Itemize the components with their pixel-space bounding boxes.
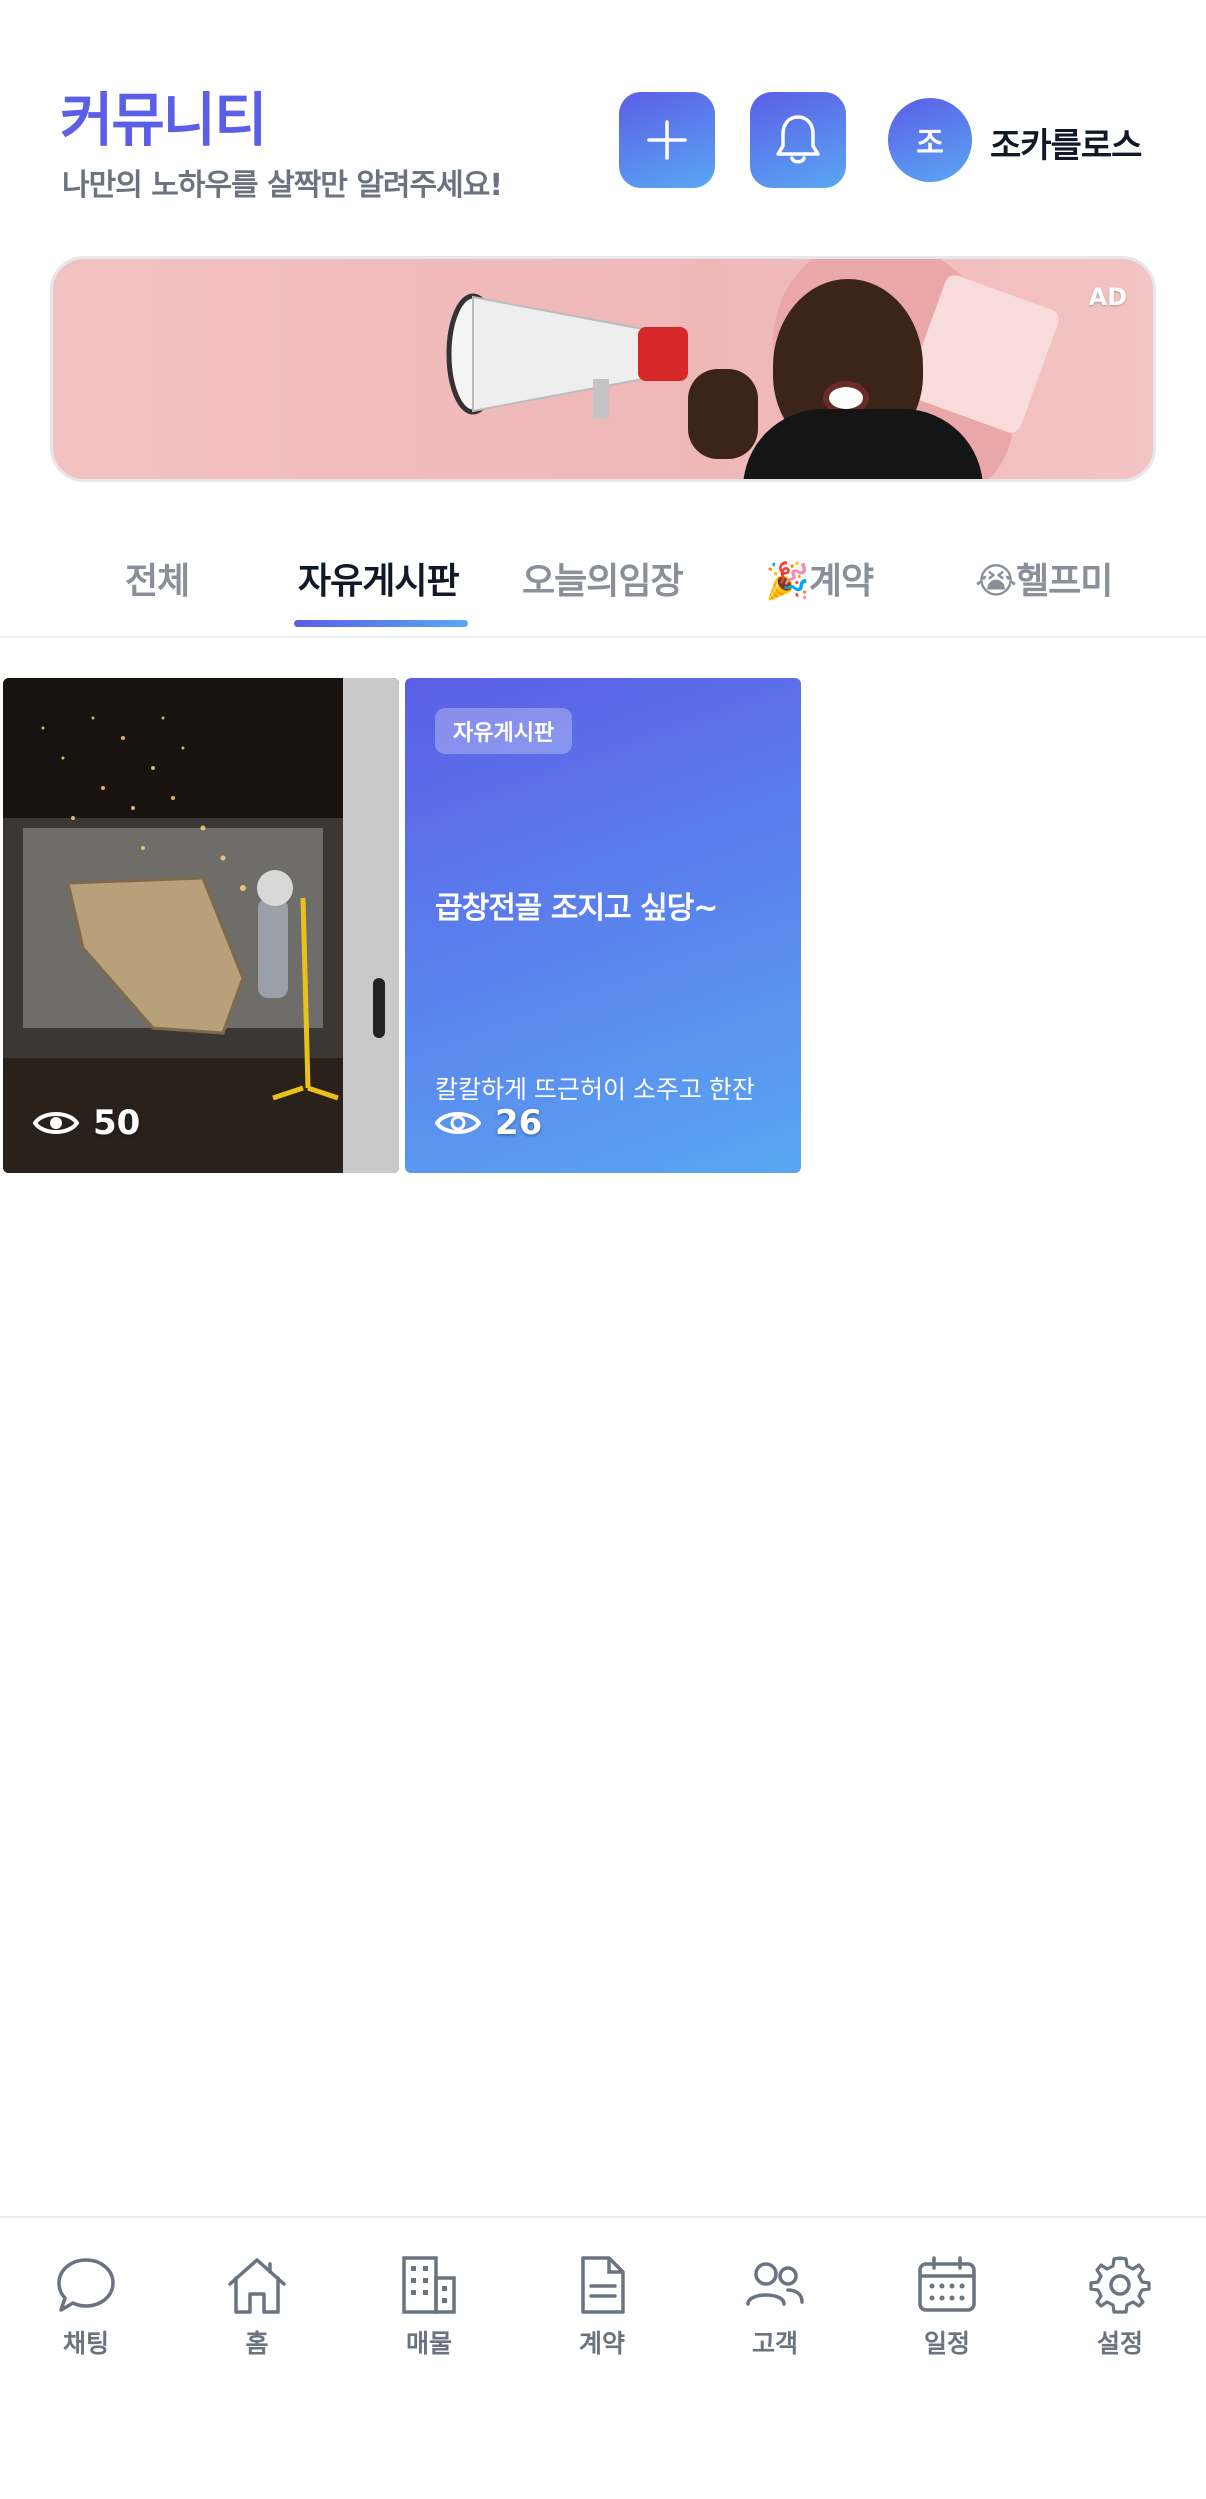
post-card[interactable]: 50 (3, 678, 399, 1173)
view-count-value: 26 (495, 1103, 543, 1143)
view-count: 26 (435, 1103, 542, 1143)
nav-schedule[interactable]: 일정 (887, 2254, 1007, 2360)
nav-home[interactable]: 홈 (197, 2254, 317, 2360)
add-post-button[interactable] (619, 92, 715, 188)
avatar[interactable]: 조 (888, 98, 972, 182)
nav-label: 홈 (245, 2329, 269, 2358)
page-title: 커뮤니티 (60, 86, 267, 154)
nav-label: 설정 (1096, 2329, 1143, 2358)
eye-icon (435, 1112, 481, 1134)
ad-banner[interactable]: AD (50, 256, 1156, 482)
header: 커뮤니티 나만의 노하우를 살짝만 알려주세요! 조 조카를로스 (0, 0, 1206, 230)
tab-all[interactable]: 전체 (125, 552, 190, 604)
home-icon (228, 2258, 286, 2314)
nav-settings[interactable]: 설정 (1060, 2254, 1180, 2360)
tab-today-inspection[interactable]: 오늘의임장 (522, 552, 684, 604)
nav-listings[interactable]: 매물 (369, 2254, 489, 2360)
megaphone-icon (446, 293, 688, 419)
eye-icon (33, 1112, 79, 1134)
active-tab-indicator (294, 620, 468, 627)
ad-hand (688, 369, 758, 459)
category-tabs: 전체 자유게시판 오늘의임장 🎉계약 😭헬프미 (0, 530, 1206, 638)
notifications-button[interactable] (750, 92, 846, 188)
nav-contracts[interactable]: 계약 (542, 2254, 662, 2360)
nav-label: 계약 (578, 2329, 625, 2358)
users-icon (746, 2262, 804, 2306)
tab-contract[interactable]: 🎉계약 (765, 552, 874, 604)
post-preview: 칼칼하게 뜨근허이 소주고 한잔 (435, 1076, 755, 1104)
bell-icon (776, 115, 820, 164)
document-icon (581, 2256, 625, 2314)
chat-icon (57, 2258, 115, 2312)
nav-chat[interactable]: 채팅 (26, 2254, 146, 2360)
post-card[interactable]: 자유게시판 곱창전골 조지고 싶당~ 칼칼하게 뜨근허이 소주고 한잔 26 (405, 678, 801, 1173)
post-title: 곱창전골 조지고 싶당~ (435, 891, 718, 926)
nav-label: 매물 (405, 2329, 452, 2358)
ad-label: AD (1088, 283, 1128, 311)
gear-icon (1089, 2256, 1151, 2314)
username[interactable]: 조카를로스 (990, 118, 1142, 167)
page-subtitle: 나만의 노하우를 살짝만 알려주세요! (62, 168, 503, 203)
plus-icon (647, 120, 687, 160)
calendar-icon (918, 2256, 976, 2312)
tab-help-me[interactable]: 😭헬프미 (975, 552, 1113, 604)
post-category-badge: 자유게시판 (435, 708, 573, 754)
nav-customers[interactable]: 고객 (715, 2254, 835, 2360)
nav-label: 채팅 (62, 2329, 109, 2358)
nav-label: 일정 (923, 2329, 970, 2358)
view-count-value: 50 (93, 1103, 141, 1143)
tab-free-board[interactable]: 자유게시판 (298, 552, 460, 604)
bottom-nav: 채팅 홈 매물 계약 고객 일정 설정 (0, 2216, 1206, 2499)
post-photo (3, 678, 399, 1173)
nav-label: 고객 (751, 2329, 798, 2358)
view-count: 50 (33, 1103, 140, 1143)
building-icon (402, 2256, 456, 2314)
